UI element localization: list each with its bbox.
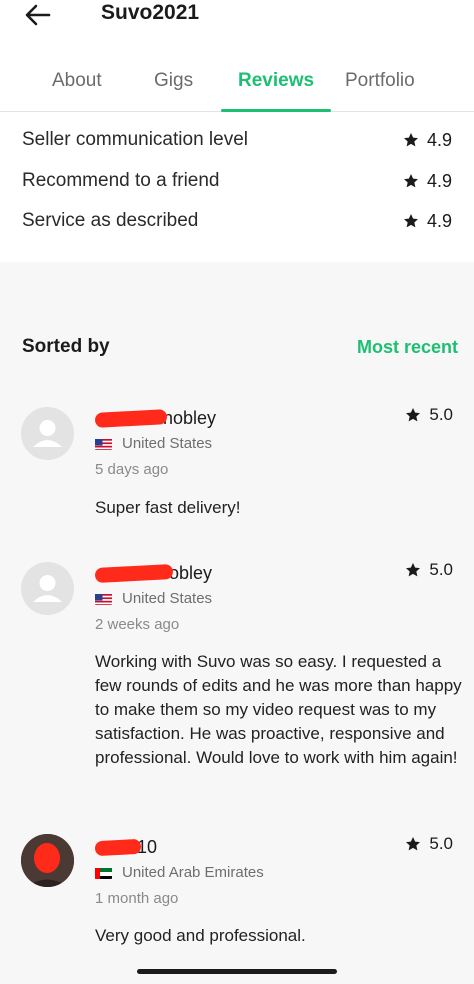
rating-value: 4.9 bbox=[426, 210, 452, 231]
rating-value: 4.9 bbox=[426, 170, 452, 191]
country-name: United States bbox=[122, 590, 213, 607]
review-rating-value: 5.0 bbox=[429, 834, 453, 853]
review-rating-value: 5.0 bbox=[429, 560, 453, 579]
review-item: obley 5.0 United States 2 weeks ago Work… bbox=[0, 560, 474, 810]
star-icon bbox=[406, 563, 421, 577]
rating-value: 4.9 bbox=[426, 129, 452, 150]
review-time: 5 days ago bbox=[95, 461, 169, 478]
review-rating-value: 5.0 bbox=[429, 405, 453, 424]
sort-dropdown[interactable]: Most recent bbox=[357, 337, 458, 358]
reviewer-name[interactable]: nobley bbox=[163, 408, 216, 429]
rating-score: 4.9 bbox=[403, 211, 452, 232]
reviewer-country: United States bbox=[95, 435, 212, 452]
sort-bar: Sorted by Most recent bbox=[22, 336, 458, 358]
reviewer-name[interactable]: obley bbox=[169, 563, 212, 584]
review-item: nobley 5.0 United States 5 days ago Supe… bbox=[0, 405, 474, 535]
review-rating: 5.0 bbox=[405, 405, 453, 425]
reviewer-name-wrap: obley bbox=[94, 560, 212, 586]
rating-score: 4.9 bbox=[403, 171, 452, 192]
avatar[interactable] bbox=[21, 407, 74, 460]
top-bar: Suvo2021 About Gigs Reviews Portfolio bbox=[0, 0, 474, 112]
country-name: United States bbox=[122, 435, 213, 452]
rating-label: Recommend to a friend bbox=[22, 170, 220, 191]
tab-gigs[interactable]: Gigs bbox=[154, 68, 193, 94]
uae-flag-icon bbox=[95, 867, 112, 879]
review-item: 10 5.0 United Arab Emirates 1 month ago … bbox=[0, 834, 474, 954]
avatar[interactable] bbox=[21, 834, 74, 887]
star-icon bbox=[406, 837, 421, 851]
rating-row: Seller communication level 4.9 bbox=[22, 125, 452, 155]
home-indicator[interactable] bbox=[137, 969, 337, 974]
reviewer-name-wrap: nobley bbox=[94, 405, 216, 431]
tab-reviews[interactable]: Reviews bbox=[238, 68, 314, 94]
back-button[interactable] bbox=[20, 0, 56, 30]
star-icon bbox=[406, 408, 421, 422]
us-flag-icon bbox=[95, 593, 112, 605]
review-text: Working with Suvo was so easy. I request… bbox=[95, 652, 462, 767]
rating-score: 4.9 bbox=[403, 130, 452, 151]
reviewer-country: United Arab Emirates bbox=[95, 864, 264, 881]
tab-portfolio[interactable]: Portfolio bbox=[345, 68, 415, 94]
rating-label: Seller communication level bbox=[22, 129, 248, 150]
redaction-mark bbox=[94, 563, 174, 583]
star-icon bbox=[403, 174, 418, 188]
reviewer-country: United States bbox=[95, 590, 212, 607]
country-name: United Arab Emirates bbox=[122, 864, 264, 881]
sort-label: Sorted by bbox=[22, 336, 110, 357]
review-text: Super fast delivery! bbox=[95, 498, 241, 517]
back-arrow-icon bbox=[25, 4, 51, 26]
tab-about[interactable]: About bbox=[52, 68, 102, 94]
star-icon bbox=[403, 133, 418, 147]
rating-breakdown: Seller communication level 4.9 Recommend… bbox=[0, 112, 474, 262]
avatar[interactable] bbox=[21, 562, 74, 615]
redaction-mark bbox=[94, 408, 168, 428]
review-rating: 5.0 bbox=[405, 834, 453, 854]
reviewer-name-wrap: 10 bbox=[94, 834, 157, 860]
review-text: Very good and professional. bbox=[95, 926, 306, 945]
user-placeholder-icon bbox=[33, 575, 62, 602]
rating-row: Recommend to a friend 4.9 bbox=[22, 166, 452, 196]
star-icon bbox=[403, 214, 418, 228]
page-title: Suvo2021 bbox=[101, 1, 200, 24]
reviewer-photo-icon bbox=[21, 834, 74, 887]
rating-label: Service as described bbox=[22, 210, 199, 231]
rating-row: Service as described 4.9 bbox=[22, 206, 452, 236]
review-rating: 5.0 bbox=[405, 560, 453, 580]
review-time: 2 weeks ago bbox=[95, 616, 180, 633]
tab-bar: About Gigs Reviews Portfolio bbox=[0, 60, 474, 112]
user-placeholder-icon bbox=[33, 420, 62, 447]
redaction-mark bbox=[94, 838, 142, 856]
us-flag-icon bbox=[95, 438, 112, 450]
review-time: 1 month ago bbox=[95, 890, 179, 907]
